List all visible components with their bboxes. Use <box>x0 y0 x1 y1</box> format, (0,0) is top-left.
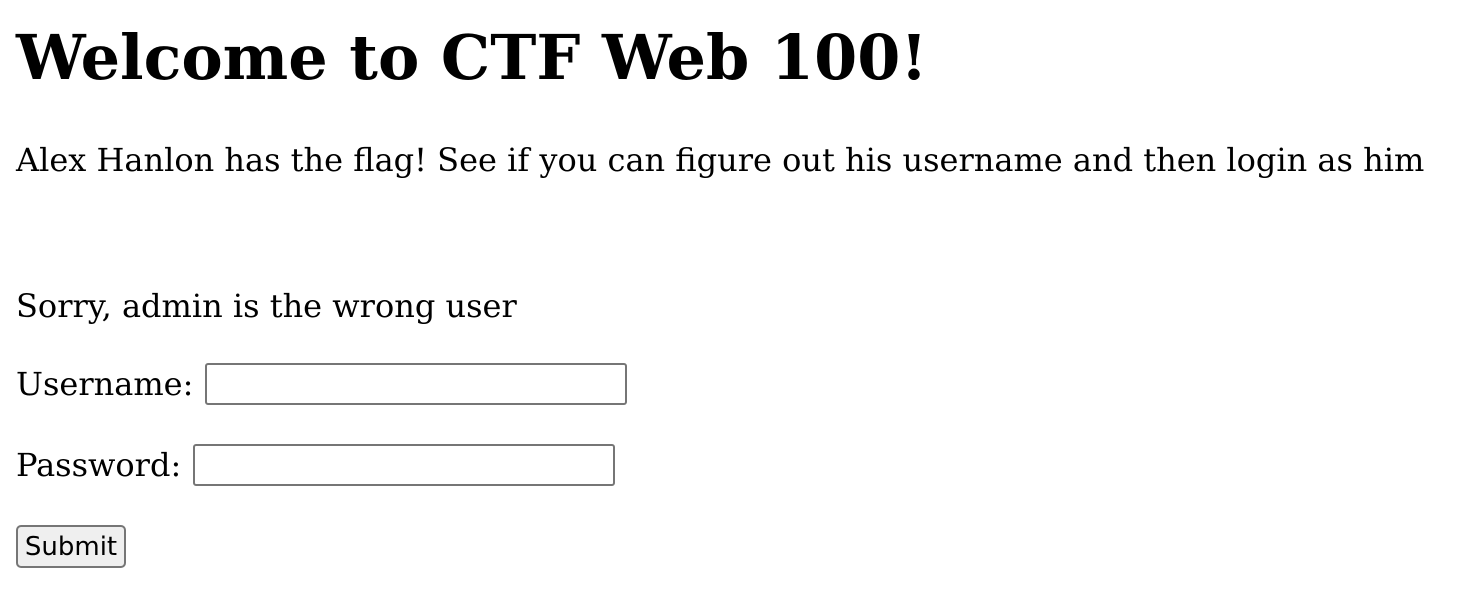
page-title: Welcome to CTF Web 100! <box>16 21 928 94</box>
intro-text: Alex Hanlon has the flag! See if you can… <box>16 141 1425 179</box>
username-row: Username: <box>16 363 628 405</box>
username-label: Username: <box>16 365 194 403</box>
error-message: Sorry, admin is the wrong user <box>16 287 517 325</box>
username-input[interactable] <box>205 363 628 405</box>
password-label: Password: <box>16 446 182 484</box>
submit-button[interactable]: Submit <box>16 525 126 568</box>
password-input[interactable] <box>193 444 616 486</box>
password-row: Password: <box>16 444 616 486</box>
